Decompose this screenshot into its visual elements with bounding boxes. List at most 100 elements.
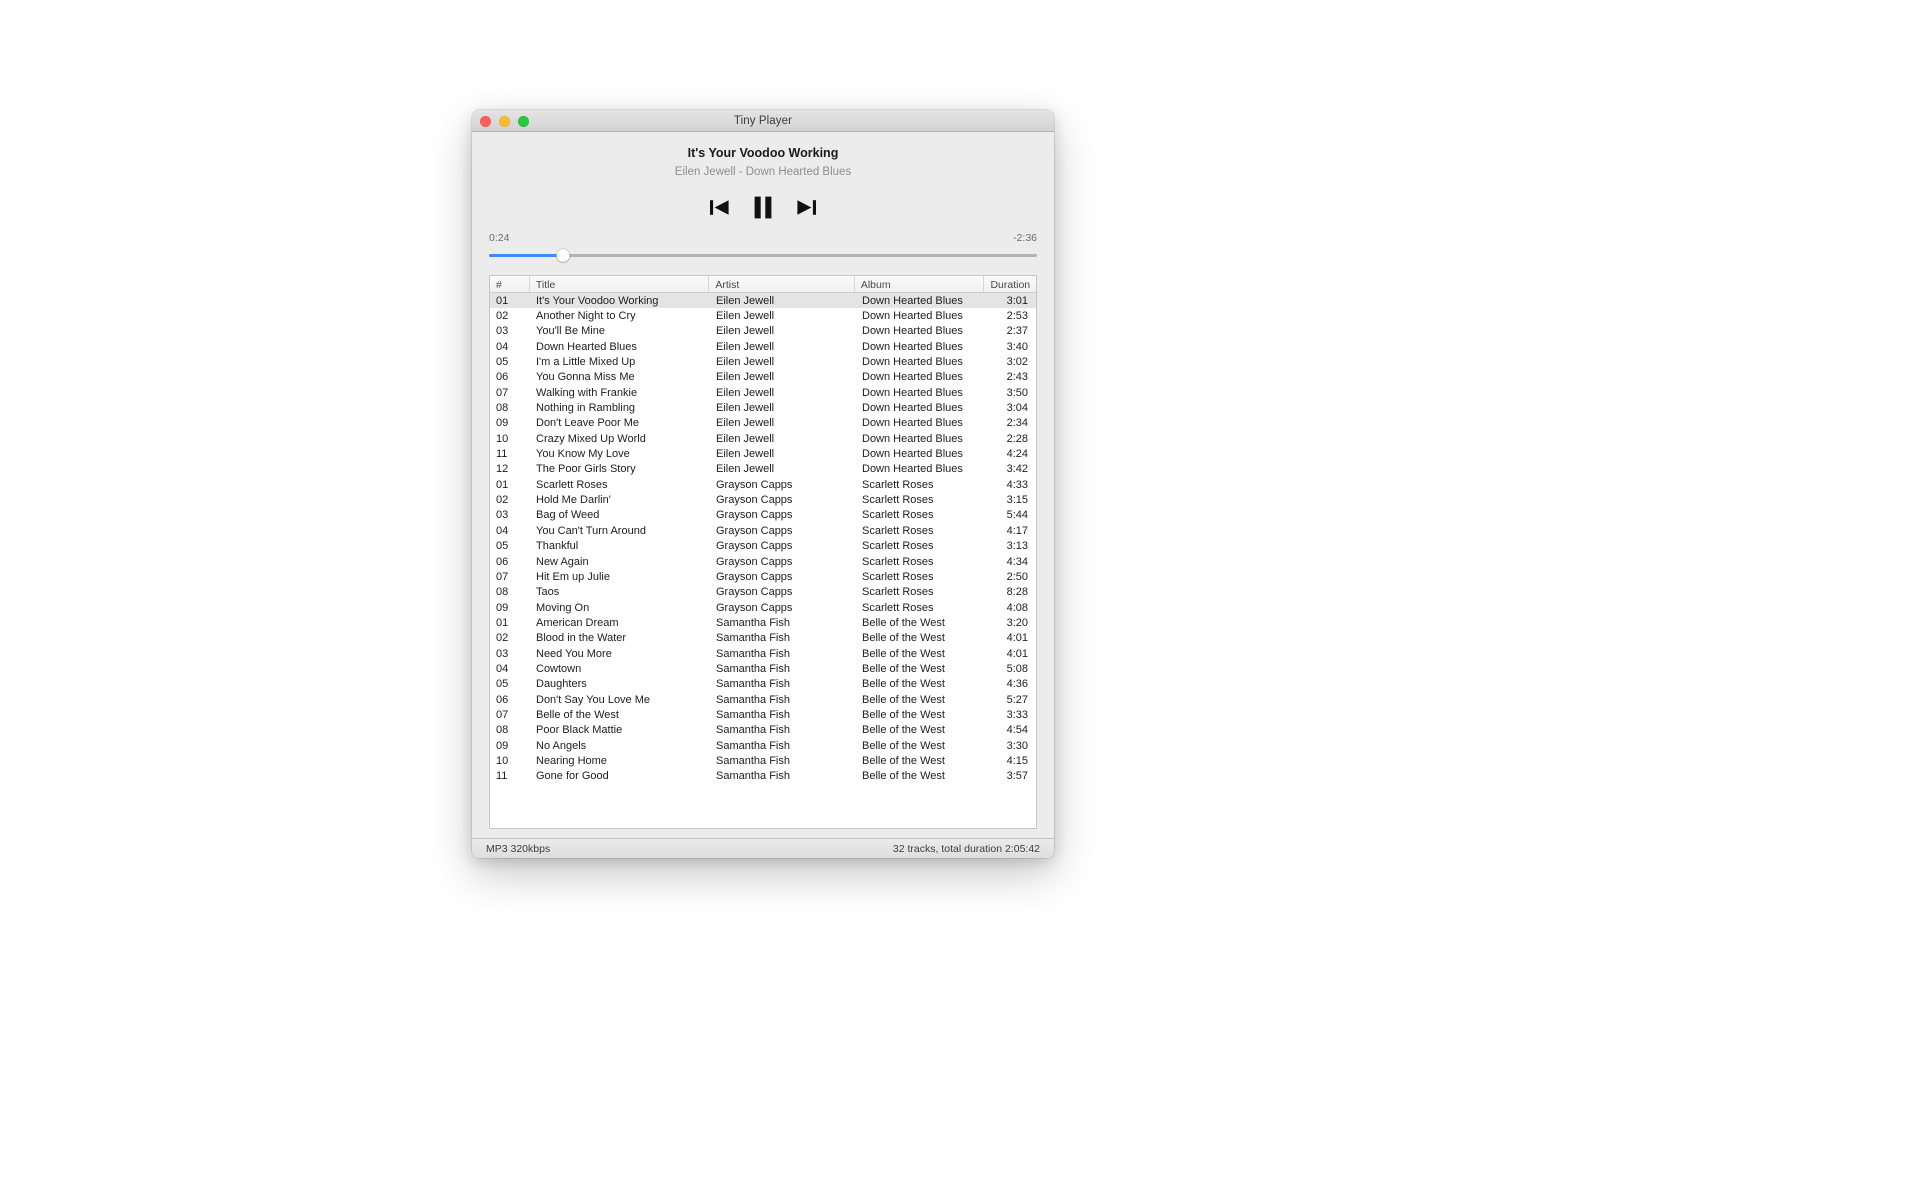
- track-title: Bag of Weed: [536, 509, 600, 522]
- track-row[interactable]: 03 Bag of Weed Grayson Capps Scarlett Roses…: [490, 508, 1036, 523]
- track-album: Down Hearted Blues: [862, 294, 963, 307]
- track-row[interactable]: 10 Nearing Home Samantha Fish Belle of the …: [490, 753, 1036, 768]
- track-title: Walking with Frankie: [536, 386, 638, 399]
- track-row[interactable]: 05 Daughters Samantha Fish Belle of the Wes…: [490, 677, 1036, 692]
- track-title: You'll Be Mine: [536, 325, 605, 338]
- column-header-duration[interactable]: Duration: [984, 276, 1036, 292]
- track-duration: 3:20: [1006, 616, 1028, 629]
- minimize-window-button[interactable]: [499, 115, 510, 127]
- maximize-window-button[interactable]: [518, 115, 529, 127]
- track-artist: Samantha Fish: [716, 724, 790, 737]
- track-number: 08: [496, 586, 509, 599]
- progress-thumb[interactable]: [556, 248, 570, 262]
- track-album: Scarlett Roses: [862, 586, 934, 599]
- track-row[interactable]: 03 You'll Be Mine Eilen Jewell Down Hearted…: [490, 324, 1036, 339]
- next-icon: [795, 197, 818, 218]
- track-row[interactable]: 10 Crazy Mixed Up World Eilen Jewell Down H…: [490, 431, 1036, 446]
- column-header-title[interactable]: Title: [530, 276, 710, 292]
- track-number: 06: [496, 555, 509, 568]
- track-row[interactable]: 01 American Dream Samantha Fish Belle of th…: [490, 615, 1036, 630]
- track-row[interactable]: 06 Don't Say You Love Me Samantha Fish Bell…: [490, 692, 1036, 707]
- track-number: 04: [496, 524, 509, 537]
- track-number: 11: [496, 448, 508, 461]
- track-number: 10: [496, 432, 509, 445]
- track-row[interactable]: 07 Belle of the West Samantha Fish Belle of…: [490, 707, 1036, 722]
- track-row[interactable]: 08 Nothing in Rambling Eilen Jewell Down He…: [490, 400, 1036, 415]
- tiny-player-window: Tiny Player It's Your Voodoo Working Eil…: [472, 110, 1054, 858]
- tracklist-body: 01 It's Your Voodoo Working Eilen Jewell Do…: [490, 293, 1036, 828]
- track-duration: 4:08: [1006, 601, 1028, 614]
- track-number: 09: [496, 601, 509, 614]
- track-album: Down Hearted Blues: [862, 448, 963, 461]
- track-album: Scarlett Roses: [862, 570, 934, 583]
- track-row[interactable]: 01 It's Your Voodoo Working Eilen Jewell Do…: [490, 293, 1036, 309]
- track-row[interactable]: 02 Another Night to Cry Eilen Jewell Down H…: [490, 308, 1036, 323]
- track-title: Taos: [536, 586, 560, 599]
- track-row[interactable]: 05 I'm a Little Mixed Up Eilen Jewell Down …: [490, 354, 1036, 369]
- track-artist: Grayson Capps: [716, 570, 793, 583]
- progress-slider[interactable]: [489, 248, 1037, 262]
- track-artist: Grayson Capps: [716, 524, 793, 537]
- column-header-album[interactable]: Album: [855, 276, 985, 292]
- track-row[interactable]: 02 Hold Me Darlin' Grayson Capps Scarlett R…: [490, 492, 1036, 507]
- track-row[interactable]: 11 You Know My Love Eilen Jewell Down Heart…: [490, 446, 1036, 461]
- previous-track-button[interactable]: [708, 197, 731, 218]
- track-artist: Eilen Jewell: [716, 310, 775, 323]
- track-title: Down Hearted Blues: [536, 340, 637, 353]
- track-row[interactable]: 06 You Gonna Miss Me Eilen Jewell Down Hear…: [490, 370, 1036, 385]
- track-row[interactable]: 04 Cowtown Samantha Fish Belle of the West 5…: [490, 661, 1036, 676]
- close-window-button[interactable]: [480, 115, 491, 127]
- track-title: Hit Em up Julie: [536, 570, 610, 583]
- track-album: Belle of the West: [862, 693, 945, 706]
- column-header-number[interactable]: #: [490, 276, 530, 292]
- track-duration: 3:42: [1006, 463, 1028, 476]
- track-number: 06: [496, 371, 509, 384]
- track-artist: Samantha Fish: [716, 662, 790, 675]
- statusbar: MP3 320kbps 32 tracks, total duration 2:…: [472, 838, 1054, 858]
- track-artist: Eilen Jewell: [716, 356, 775, 369]
- column-header-artist[interactable]: Artist: [709, 276, 855, 292]
- track-artist: Eilen Jewell: [716, 371, 775, 384]
- track-number: 04: [496, 340, 509, 353]
- track-title: You Know My Love: [536, 448, 630, 461]
- track-title: The Poor Girls Story: [536, 463, 636, 476]
- track-row[interactable]: 04 Down Hearted Blues Eilen Jewell Down Hea…: [490, 339, 1036, 354]
- track-artist: Samantha Fish: [716, 632, 790, 645]
- track-album: Belle of the West: [862, 754, 945, 767]
- track-title: No Angels: [536, 739, 587, 752]
- window-controls: [480, 110, 529, 132]
- pause-button[interactable]: [752, 195, 774, 220]
- track-row[interactable]: 02 Blood in the Water Samantha Fish Belle o…: [490, 631, 1036, 646]
- track-title: Thankful: [536, 540, 579, 553]
- track-row[interactable]: 09 Moving On Grayson Capps Scarlett Roses 4:…: [490, 600, 1036, 615]
- track-row[interactable]: 05 Thankful Grayson Capps Scarlett Roses 3:1…: [490, 539, 1036, 554]
- track-row[interactable]: 03 Need You More Samantha Fish Belle of the…: [490, 646, 1036, 661]
- next-track-button[interactable]: [795, 197, 818, 218]
- track-duration: 2:50: [1006, 570, 1028, 583]
- track-duration: 3:01: [1006, 294, 1028, 307]
- track-number: 08: [496, 402, 509, 415]
- track-artist: Grayson Capps: [716, 601, 793, 614]
- time-row: 0:24 -2:36: [489, 232, 1037, 249]
- track-row[interactable]: 07 Hit Em up Julie Grayson Capps Scarlett R…: [490, 569, 1036, 584]
- track-row[interactable]: 11 Gone for Good Samantha Fish Belle of the…: [490, 769, 1036, 784]
- track-row[interactable]: 07 Walking with Frankie Eilen Jewell Down H…: [490, 385, 1036, 400]
- track-album: Belle of the West: [862, 647, 945, 660]
- track-title: American Dream: [536, 616, 619, 629]
- track-row[interactable]: 09 No Angels Samantha Fish Belle of the Wes…: [490, 738, 1036, 753]
- track-number: 01: [496, 294, 509, 307]
- track-title: You Gonna Miss Me: [536, 371, 635, 384]
- track-row[interactable]: 08 Taos Grayson Capps Scarlett Roses 8:28: [490, 585, 1036, 600]
- window-titlebar[interactable]: Tiny Player: [472, 110, 1054, 132]
- track-title: Scarlett Roses: [536, 478, 608, 491]
- track-row[interactable]: 09 Don't Leave Poor Me Eilen Jewell Down He…: [490, 416, 1036, 431]
- track-duration: 3:40: [1006, 340, 1028, 353]
- track-row[interactable]: 08 Poor Black Mattie Samantha Fish Belle of…: [490, 723, 1036, 738]
- track-number: 03: [496, 509, 509, 522]
- track-number: 01: [496, 478, 509, 491]
- track-row[interactable]: 04 You Can't Turn Around Grayson Capps Scar…: [490, 523, 1036, 538]
- track-row[interactable]: 01 Scarlett Roses Grayson Capps Scarlett Ro…: [490, 477, 1036, 492]
- track-row[interactable]: 06 New Again Grayson Capps Scarlett Roses 4:…: [490, 554, 1036, 569]
- track-row[interactable]: 12 The Poor Girls Story Eilen Jewell Down H…: [490, 462, 1036, 477]
- track-album: Down Hearted Blues: [862, 432, 963, 445]
